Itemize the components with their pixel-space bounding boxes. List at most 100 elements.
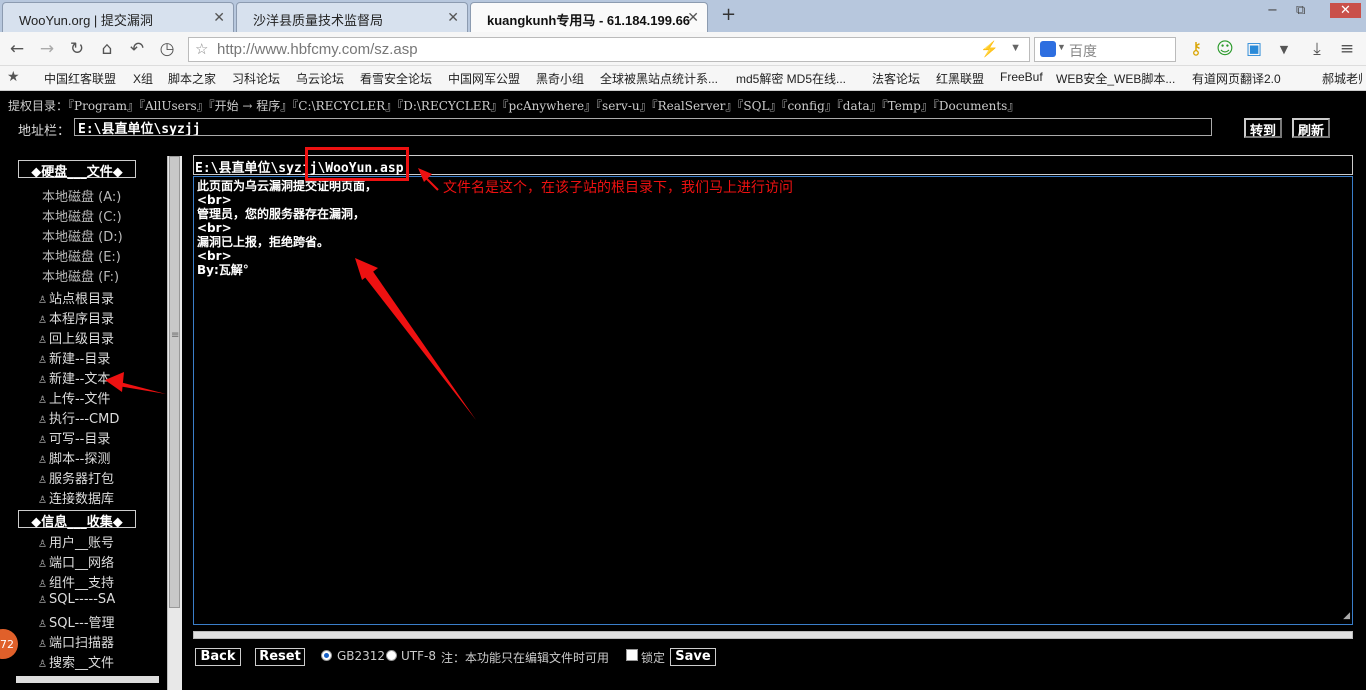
reset-button[interactable]: Reset	[255, 648, 305, 666]
close-icon[interactable]: ✕	[447, 9, 459, 26]
url-bar[interactable]: ☆ http://www.hbfcmy.com/sz.asp ⚡ ▼	[188, 37, 1030, 62]
bookmark-item[interactable]: md5解密 MD5在线...	[736, 70, 846, 87]
minimize-button[interactable]: −	[1267, 3, 1278, 18]
drive-d[interactable]: 本地磁盘 (D:)	[42, 226, 123, 245]
privilege-dirs-links[interactable]: 『Program』『AllUsers』『开始 → 程序』『C:\RECYCLER…	[68, 99, 1019, 113]
bookmark-item[interactable]: 法客论坛	[872, 70, 920, 87]
back-button[interactable]: Back	[195, 648, 241, 666]
bookmark-item[interactable]: 脚本之家	[168, 70, 216, 87]
sidebar-item-cmd[interactable]: ♙ 执行---CMD	[38, 408, 119, 427]
sidebar-item-connect-db[interactable]: ♙ 连接数据库	[38, 488, 114, 507]
editor-note: 注：本功能只在编辑文件时可用	[441, 651, 610, 665]
bullet-icon: ♙	[38, 579, 47, 590]
bookmark-item[interactable]: 中国红客联盟	[44, 70, 116, 87]
drive-a[interactable]: 本地磁盘 (A:)	[42, 186, 121, 205]
bookmark-item[interactable]: 红黑联盟	[936, 70, 984, 87]
bookmark-item[interactable]: 乌云论坛	[296, 70, 344, 87]
bookmark-item[interactable]: 看雪安全论坛	[360, 70, 432, 87]
bookmark-item[interactable]: 郝城老师	[1322, 70, 1362, 87]
tab-shayang[interactable]: 沙洋县质量技术监督局 ✕	[236, 2, 468, 32]
home-icon[interactable]: ⌂	[96, 39, 118, 59]
user-icon[interactable]: ☺	[1214, 39, 1236, 59]
sidebar-item-components[interactable]: ♙ 组件__支持	[38, 572, 114, 591]
sidebar-item-sql-manage[interactable]: ♙ SQL---管理	[38, 612, 115, 631]
bookmark-star-icon[interactable]: ☆	[195, 40, 208, 58]
sidebar-item-label: 执行---CMD	[48, 412, 120, 427]
info-section-header: ◆信息___收集◆	[18, 510, 136, 530]
sidebar-item-sql-sa[interactable]: ♙ SQL-----SA	[38, 592, 115, 607]
sidebar-horizontal-scrollbar[interactable]	[16, 676, 159, 683]
bullet-icon: ♙	[38, 315, 47, 326]
editor-line: <br>	[197, 249, 232, 263]
resize-handle-icon[interactable]: ◢	[1343, 609, 1350, 623]
reload-icon[interactable]: ↻	[66, 39, 88, 59]
sidebar-item-port-scanner[interactable]: ♙ 端口扫描器	[38, 632, 114, 651]
sidebar-item-program-dir[interactable]: ♙ 本程序目录	[38, 308, 114, 327]
bookmark-item[interactable]: 中国网军公盟	[448, 70, 520, 87]
utf8-radio[interactable]	[386, 650, 397, 661]
save-button[interactable]: Save	[670, 648, 716, 666]
bookmark-item[interactable]: 习科论坛	[232, 70, 280, 87]
address-input[interactable]	[74, 118, 1212, 136]
url-text: http://www.hbfcmy.com/sz.asp	[217, 41, 418, 58]
close-window-button[interactable]: ✕	[1330, 3, 1361, 18]
sidebar-item-upload[interactable]: ♙ 上传--文件	[38, 388, 110, 407]
sidebar-item-pack-server[interactable]: ♙ 服务器打包	[38, 468, 114, 487]
bullet-icon: ♙	[38, 619, 47, 630]
key-icon[interactable]: ⚷	[1185, 39, 1207, 59]
history-icon[interactable]: ◷	[156, 39, 178, 59]
goto-button[interactable]: 转到	[1244, 118, 1282, 139]
chevron-down-icon[interactable]: ▼	[1273, 43, 1295, 56]
download-icon[interactable]: ⤓	[1306, 39, 1328, 59]
close-icon[interactable]: ✕	[213, 9, 225, 26]
sidebar-item-parent-dir[interactable]: ♙ 回上级目录	[38, 328, 114, 347]
chevron-down-icon[interactable]: ▼	[1010, 42, 1021, 54]
frame-scrollbar-thumb[interactable]	[169, 156, 180, 608]
navigation-bar: ← → ↻ ⌂ ↶ ◷ ☆ http://www.hbfcmy.com/sz.a…	[0, 32, 1366, 66]
sidebar-item-label: 上传--文件	[48, 392, 111, 407]
refresh-button[interactable]: 刷新	[1292, 118, 1330, 139]
sidebar-item-writable-dir[interactable]: ♙ 可写--目录	[38, 428, 110, 447]
drive-c[interactable]: 本地磁盘 (C:)	[42, 206, 122, 225]
restore-button[interactable]: ⧉	[1296, 3, 1305, 18]
sidebar-item-label: 端口扫描器	[48, 636, 114, 651]
sidebar-item-new-dir[interactable]: ♙ 新建--目录	[38, 348, 110, 367]
gb2312-radio[interactable]	[321, 650, 332, 661]
forward-icon[interactable]: →	[36, 39, 58, 59]
translate-icon[interactable]: ▣	[1243, 39, 1265, 59]
close-icon[interactable]: ✕	[687, 9, 699, 26]
search-input[interactable]: ▼ 百度	[1034, 37, 1176, 62]
lock-checkbox[interactable]	[626, 649, 638, 661]
new-tab-button[interactable]: +	[721, 4, 736, 25]
sidebar-item-search-files[interactable]: ♙ 搜索__文件	[38, 652, 114, 671]
bookmark-item[interactable]: 有道网页翻译2.0	[1192, 70, 1281, 87]
sidebar-item-label: 新建--文本	[48, 372, 111, 387]
tab-wooyun[interactable]: WooYun.org | 提交漏洞 ✕	[2, 2, 234, 32]
menu-icon[interactable]: ≡	[1336, 39, 1358, 59]
sidebar-item-site-root[interactable]: ♙ 站点根目录	[38, 288, 114, 307]
drive-e[interactable]: 本地磁盘 (E:)	[42, 246, 121, 265]
bookmark-item[interactable]: X组	[133, 70, 153, 87]
sidebar-item-user-accounts[interactable]: ♙ 用户__账号	[38, 532, 114, 551]
bookmarks-star-icon[interactable]: ★	[7, 68, 20, 85]
bookmark-item[interactable]: 黑奇小组	[536, 70, 584, 87]
undo-icon[interactable]: ↶	[126, 39, 148, 59]
chevron-down-icon[interactable]: ▼	[1057, 42, 1066, 52]
editor-horizontal-scrollbar[interactable]	[193, 631, 1353, 639]
back-icon[interactable]: ←	[6, 39, 28, 59]
sidebar-item-script-probe[interactable]: ♙ 脚本--探测	[38, 448, 110, 467]
privilege-dirs-row: 提权目录：『Program』『AllUsers』『开始 → 程序』『C:\REC…	[8, 97, 1019, 114]
file-content-textarea[interactable]: 此页面为乌云漏洞提交证明页面， <br> 管理员，您的服务器存在漏洞， <br>…	[193, 176, 1353, 625]
sidebar-item-new-text[interactable]: ♙ 新建--文本	[38, 368, 110, 387]
baidu-icon[interactable]	[1040, 41, 1056, 57]
bookmark-item[interactable]: FreeBuf	[1000, 70, 1043, 84]
notification-badge[interactable]: 72	[0, 629, 18, 659]
tab-kuangkunh[interactable]: kuangkunh专用马 - 61.184.199.66 ✕	[470, 2, 708, 32]
disk-section-header: ◆硬盘___文件◆	[18, 160, 136, 180]
bookmark-item[interactable]: 全球被黑站点统计系...	[600, 70, 718, 87]
sidebar-item-ports-network[interactable]: ♙ 端口__网络	[38, 552, 114, 571]
drive-f[interactable]: 本地磁盘 (F:)	[42, 266, 119, 285]
bookmark-item[interactable]: WEB安全_WEB脚本...	[1056, 70, 1175, 87]
sidebar-item-label: 用户__账号	[48, 536, 114, 551]
lightning-icon[interactable]: ⚡	[980, 40, 999, 58]
